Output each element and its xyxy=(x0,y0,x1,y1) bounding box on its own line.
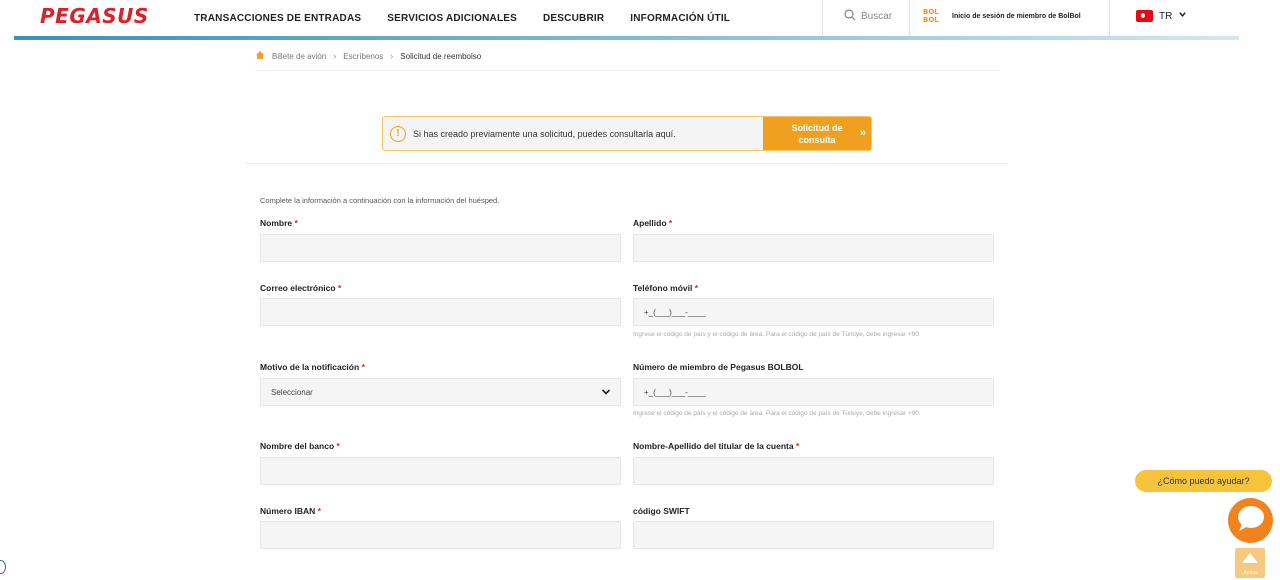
chat-bubble-icon xyxy=(1236,504,1266,537)
nav-item-ticket-transactions[interactable]: TRANSACCIONES DE ENTRADAS xyxy=(194,13,361,24)
last-name-label: Apellido * xyxy=(633,218,673,228)
last-name-input[interactable] xyxy=(633,234,994,262)
bolbol-number-label: Número de miembro de Pegasus BOLBOL xyxy=(633,362,804,372)
email-label: Correo electrónico * xyxy=(260,283,342,293)
pegasus-logo[interactable]: PEGASUS xyxy=(40,4,149,28)
nav-item-useful-info[interactable]: INFORMACIÓN ÚTIL xyxy=(630,13,730,24)
chat-button[interactable] xyxy=(1228,498,1273,543)
accessibility-icon[interactable] xyxy=(0,560,6,574)
form-intro: Complete la información a continuación c… xyxy=(260,196,500,205)
banner-text: Si has creado previamente una solicitud,… xyxy=(413,128,676,139)
reason-label: Motivo de la notificación * xyxy=(260,362,365,372)
search-label: Buscar xyxy=(861,10,893,22)
first-name-input[interactable] xyxy=(260,234,621,262)
nav-item-additional-services[interactable]: SERVICIOS ADICIONALES xyxy=(387,13,517,24)
bolbol-login-label: Inicio de sesión de miembro de BolBol xyxy=(952,12,1081,20)
header-accent-bar xyxy=(14,36,1239,40)
iban-input[interactable] xyxy=(260,521,621,549)
search-icon xyxy=(844,8,856,24)
breadcrumb-item-refund: Solicitud de reembolso xyxy=(400,51,482,61)
breadcrumb-item-ticket[interactable]: Billete de avión xyxy=(272,52,326,61)
main-nav: TRANSACCIONES DE ENTRADAS SERVICIOS ADIC… xyxy=(194,0,730,36)
turkey-flag-icon xyxy=(1136,10,1153,22)
chevron-right-icon: › xyxy=(390,51,394,61)
header-divider xyxy=(909,0,910,36)
help-bubble[interactable]: ¿Cómo puedo ayudar? xyxy=(1135,470,1272,492)
chevron-down-icon xyxy=(601,387,611,397)
scroll-to-top-button[interactable]: Arriba xyxy=(1235,548,1265,578)
email-input[interactable] xyxy=(260,298,621,326)
divider xyxy=(255,70,1000,71)
search-button[interactable]: Buscar xyxy=(844,0,892,32)
arrow-up-icon xyxy=(1241,551,1259,569)
bolbol-hint: Ingrese el código de país y el código de… xyxy=(633,410,921,417)
swift-label: código SWIFT xyxy=(633,506,690,516)
exclamation-icon: ! xyxy=(390,125,406,142)
language-selector[interactable]: TR xyxy=(1136,0,1187,32)
header-divider xyxy=(822,0,823,36)
scroll-to-top-label: Arriba xyxy=(1243,569,1257,576)
reason-select-value: Seleccionar xyxy=(271,387,313,397)
mobile-input[interactable]: +_(___)___-____ xyxy=(633,298,994,326)
chevron-right-icon: › xyxy=(333,51,337,61)
chevron-down-icon xyxy=(1178,10,1187,22)
divider xyxy=(245,163,1007,164)
home-icon[interactable] xyxy=(255,50,265,62)
reason-select[interactable]: Seleccionar xyxy=(260,378,621,406)
iban-label: Número IBAN * xyxy=(260,506,321,516)
previous-request-banner: ! Si has creado previamente una solicitu… xyxy=(382,116,872,151)
bolbol-number-input[interactable]: +_(___)___-____ xyxy=(633,378,994,406)
swift-input[interactable] xyxy=(633,521,994,549)
account-holder-input[interactable] xyxy=(633,457,994,485)
query-button-line2: consulta xyxy=(798,134,836,145)
header-divider xyxy=(1109,0,1110,36)
bolbol-login[interactable]: BOL BOL Inicio de sesión de miembro de B… xyxy=(922,0,1081,32)
breadcrumb: Billete de avión › Escríbenos › Solicitu… xyxy=(255,50,481,62)
query-button-line1: Solicitud de xyxy=(791,122,843,133)
site-header: PEGASUS TRANSACCIONES DE ENTRADAS SERVIC… xyxy=(14,0,1239,36)
bolbol-logo: BOL BOL xyxy=(923,8,939,24)
bank-name-label: Nombre del banco * xyxy=(260,441,340,451)
mobile-label: Teléfono móvil * xyxy=(633,283,699,293)
language-label: TR xyxy=(1159,10,1173,22)
query-request-button[interactable]: Solicitud de consulta » xyxy=(763,117,871,150)
mobile-hint: Ingrese el código de país y el código de… xyxy=(633,331,921,338)
nav-item-discover[interactable]: DESCUBRIR xyxy=(543,13,604,24)
bank-name-input[interactable] xyxy=(260,457,621,485)
double-chevron-right-icon: » xyxy=(859,127,866,139)
account-holder-label: Nombre-Apellido del titular de la cuenta… xyxy=(633,441,800,451)
first-name-label: Nombre * xyxy=(260,218,298,228)
breadcrumb-item-write-us[interactable]: Escríbenos xyxy=(343,52,383,61)
